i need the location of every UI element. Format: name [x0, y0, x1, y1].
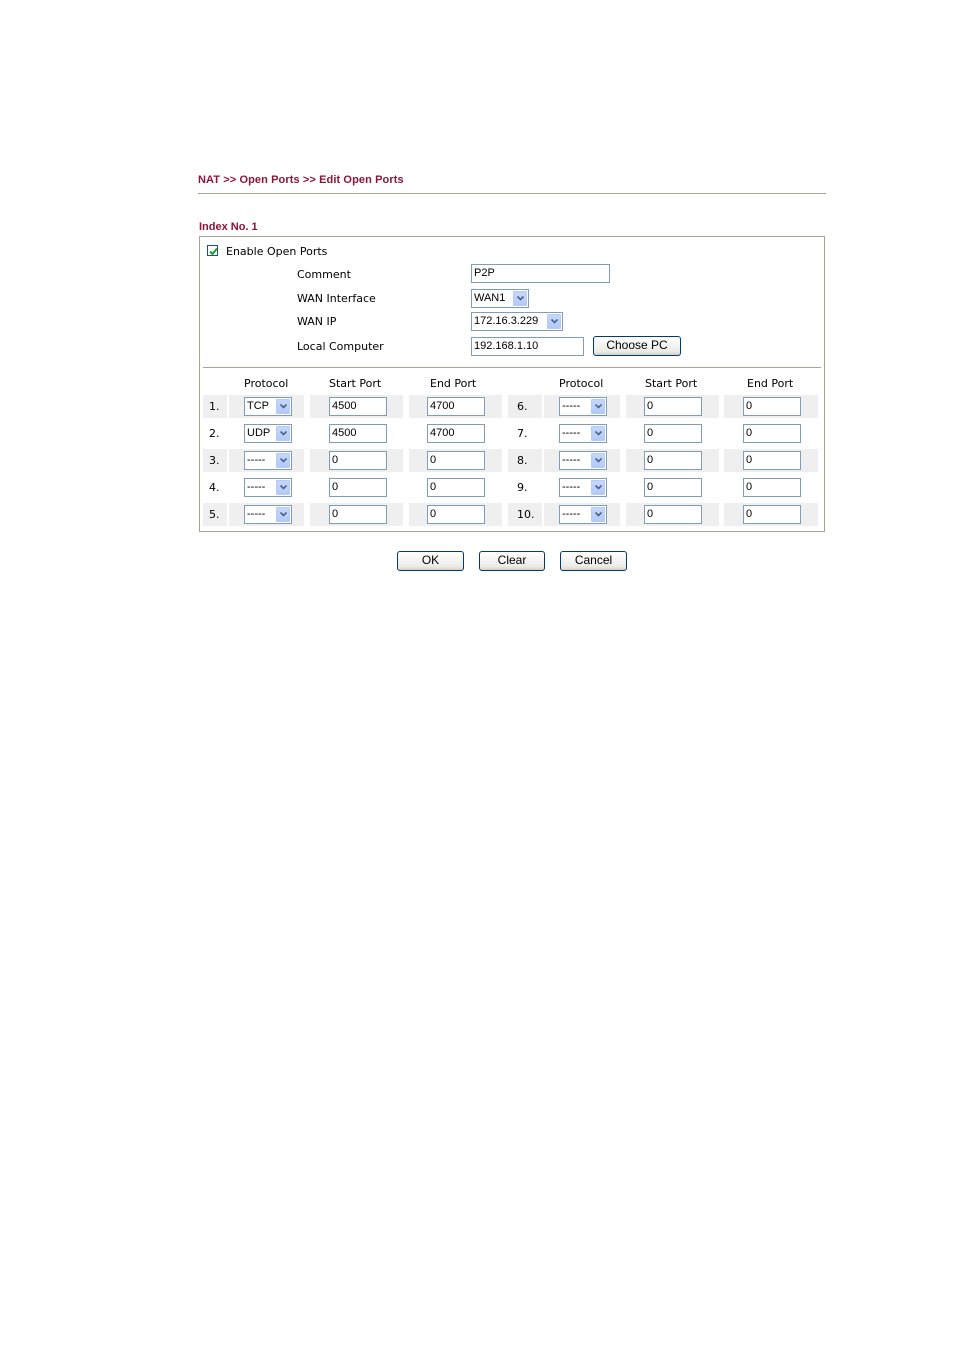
start-port-input[interactable]: 0	[644, 478, 702, 497]
protocol-select[interactable]: -----	[559, 424, 607, 443]
protocol-select[interactable]: -----	[559, 505, 607, 524]
start-port-header: Start Port	[329, 377, 382, 390]
end-port-input[interactable]: 0	[743, 478, 801, 497]
clear-button[interactable]: Clear	[479, 551, 545, 571]
start-port-input[interactable]: 0	[644, 505, 702, 524]
chevron-down-icon[interactable]	[513, 291, 527, 306]
row-number: 9.	[517, 481, 528, 494]
chevron-down-icon[interactable]	[276, 507, 290, 522]
protocol-select[interactable]: TCP	[244, 397, 292, 416]
start-port-input[interactable]: 0	[329, 505, 387, 524]
chevron-down-icon[interactable]	[276, 480, 290, 495]
chevron-down-icon[interactable]	[591, 426, 605, 441]
choose-pc-button[interactable]: Choose PC	[593, 336, 681, 356]
protocol-value: -----	[247, 508, 266, 520]
row-number: 6.	[517, 400, 528, 413]
wan-interface-value: WAN1	[474, 292, 506, 304]
open-ports-panel: Enable Open Ports Comment P2P WAN Interf…	[199, 236, 825, 532]
row-number: 7.	[517, 427, 528, 440]
end-port-input[interactable]: 0	[427, 451, 485, 470]
protocol-value: -----	[562, 508, 581, 520]
start-port-input[interactable]: 0	[644, 397, 702, 416]
protocol-header: Protocol	[244, 377, 289, 390]
row-number: 4.	[209, 481, 220, 494]
chevron-down-icon[interactable]	[547, 314, 561, 329]
end-port-input[interactable]: 0	[427, 505, 485, 524]
start-port-input[interactable]: 4500	[329, 397, 387, 416]
ok-button[interactable]: OK	[397, 551, 464, 571]
protocol-select[interactable]: -----	[244, 451, 292, 470]
end-port-input[interactable]: 4700	[427, 397, 485, 416]
local-computer-input[interactable]: 192.168.1.10	[471, 337, 584, 356]
chevron-down-icon[interactable]	[276, 399, 290, 414]
end-port-input[interactable]: 0	[743, 505, 801, 524]
wan-ip-label: WAN IP	[297, 315, 337, 328]
wan-ip-value: 172.16.3.229	[474, 315, 539, 327]
start-port-input[interactable]: 0	[329, 451, 387, 470]
protocol-select[interactable]: -----	[244, 478, 292, 497]
chevron-down-icon[interactable]	[591, 453, 605, 468]
end-port-input[interactable]: 0	[427, 478, 485, 497]
protocol-value: -----	[562, 481, 581, 493]
wan-interface-label: WAN Interface	[297, 292, 376, 305]
chevron-down-icon[interactable]	[591, 507, 605, 522]
protocol-value: -----	[562, 400, 581, 412]
wan-ip-select[interactable]: 172.16.3.229	[471, 312, 563, 331]
chevron-down-icon[interactable]	[591, 480, 605, 495]
enable-open-ports-label: Enable Open Ports	[226, 245, 328, 258]
index-label: Index No. 1	[199, 221, 258, 233]
end-port-header-right: End Port	[747, 377, 794, 390]
checkmark-icon	[209, 247, 218, 256]
start-port-header-right: Start Port	[645, 377, 698, 390]
title-divider	[198, 193, 826, 194]
protocol-value: -----	[562, 454, 581, 466]
protocol-header-right: Protocol	[559, 377, 604, 390]
row-number: 8.	[517, 454, 528, 467]
end-port-input[interactable]: 0	[743, 397, 801, 416]
enable-open-ports-checkbox[interactable]	[207, 245, 218, 256]
comment-label: Comment	[297, 268, 351, 281]
protocol-select[interactable]: -----	[559, 478, 607, 497]
end-port-input[interactable]: 0	[743, 424, 801, 443]
chevron-down-icon[interactable]	[276, 426, 290, 441]
protocol-value: -----	[247, 454, 266, 466]
protocol-value: -----	[247, 481, 266, 493]
start-port-input[interactable]: 4500	[329, 424, 387, 443]
cancel-button[interactable]: Cancel	[560, 551, 627, 571]
local-computer-label: Local Computer	[297, 340, 384, 353]
breadcrumb: NAT >> Open Ports >> Edit Open Ports	[198, 174, 404, 186]
protocol-select[interactable]: -----	[559, 451, 607, 470]
protocol-select[interactable]: -----	[559, 397, 607, 416]
protocol-value: -----	[562, 427, 581, 439]
protocol-value: TCP	[247, 400, 269, 412]
protocol-value: UDP	[247, 427, 271, 439]
protocol-select[interactable]: UDP	[244, 424, 292, 443]
start-port-input[interactable]: 0	[644, 424, 702, 443]
protocol-select[interactable]: -----	[244, 505, 292, 524]
section-divider	[203, 367, 821, 368]
row-number: 2.	[209, 427, 220, 440]
row-number: 5.	[209, 508, 220, 521]
comment-input[interactable]: P2P	[471, 264, 610, 283]
end-port-header: End Port	[430, 377, 477, 390]
chevron-down-icon[interactable]	[591, 399, 605, 414]
end-port-input[interactable]: 0	[743, 451, 801, 470]
start-port-input[interactable]: 0	[329, 478, 387, 497]
start-port-input[interactable]: 0	[644, 451, 702, 470]
wan-interface-select[interactable]: WAN1	[471, 289, 529, 308]
chevron-down-icon[interactable]	[276, 453, 290, 468]
row-number: 10.	[517, 508, 535, 521]
row-number: 3.	[209, 454, 220, 467]
row-number: 1.	[209, 400, 220, 413]
end-port-input[interactable]: 4700	[427, 424, 485, 443]
